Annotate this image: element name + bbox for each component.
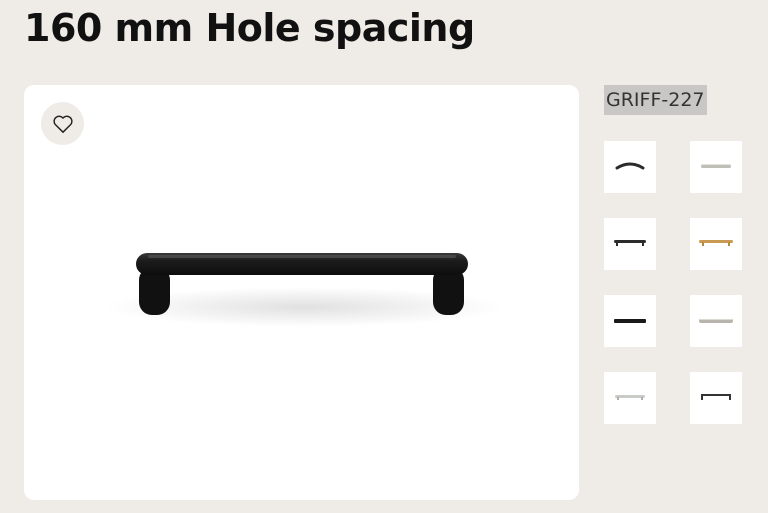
- black-curved-handle-image: [615, 162, 645, 170]
- page-title: 160 mm Hole spacing: [24, 6, 475, 50]
- variant-thumb-chrome-bar[interactable]: [604, 372, 656, 424]
- product-image-card: [24, 85, 579, 500]
- variant-thumb-black-flat[interactable]: [604, 295, 656, 347]
- product-image: [104, 253, 504, 327]
- product-sku: GRIFF-227: [604, 85, 707, 115]
- silver-bar-handle-image: [701, 164, 731, 168]
- brass-bar-handle-image: [699, 240, 733, 246]
- stainless-bar-handle-image: [699, 319, 733, 323]
- variant-thumb-black-wire[interactable]: [690, 372, 742, 424]
- variant-thumb-brass-bar[interactable]: [690, 218, 742, 270]
- variant-thumb-black-curved[interactable]: [604, 141, 656, 193]
- variant-thumb-silver-bar[interactable]: [690, 141, 742, 193]
- variant-thumb-black-bar[interactable]: [604, 218, 656, 270]
- black-bar-handle-image: [614, 240, 646, 246]
- black-flat-handle-image: [614, 319, 646, 323]
- variant-thumb-stainless-bar[interactable]: [690, 295, 742, 347]
- black-wire-handle-image: [701, 394, 731, 400]
- heart-outline-icon: [52, 115, 73, 133]
- chrome-bar-handle-image: [615, 395, 645, 400]
- favorite-button[interactable]: [41, 102, 84, 145]
